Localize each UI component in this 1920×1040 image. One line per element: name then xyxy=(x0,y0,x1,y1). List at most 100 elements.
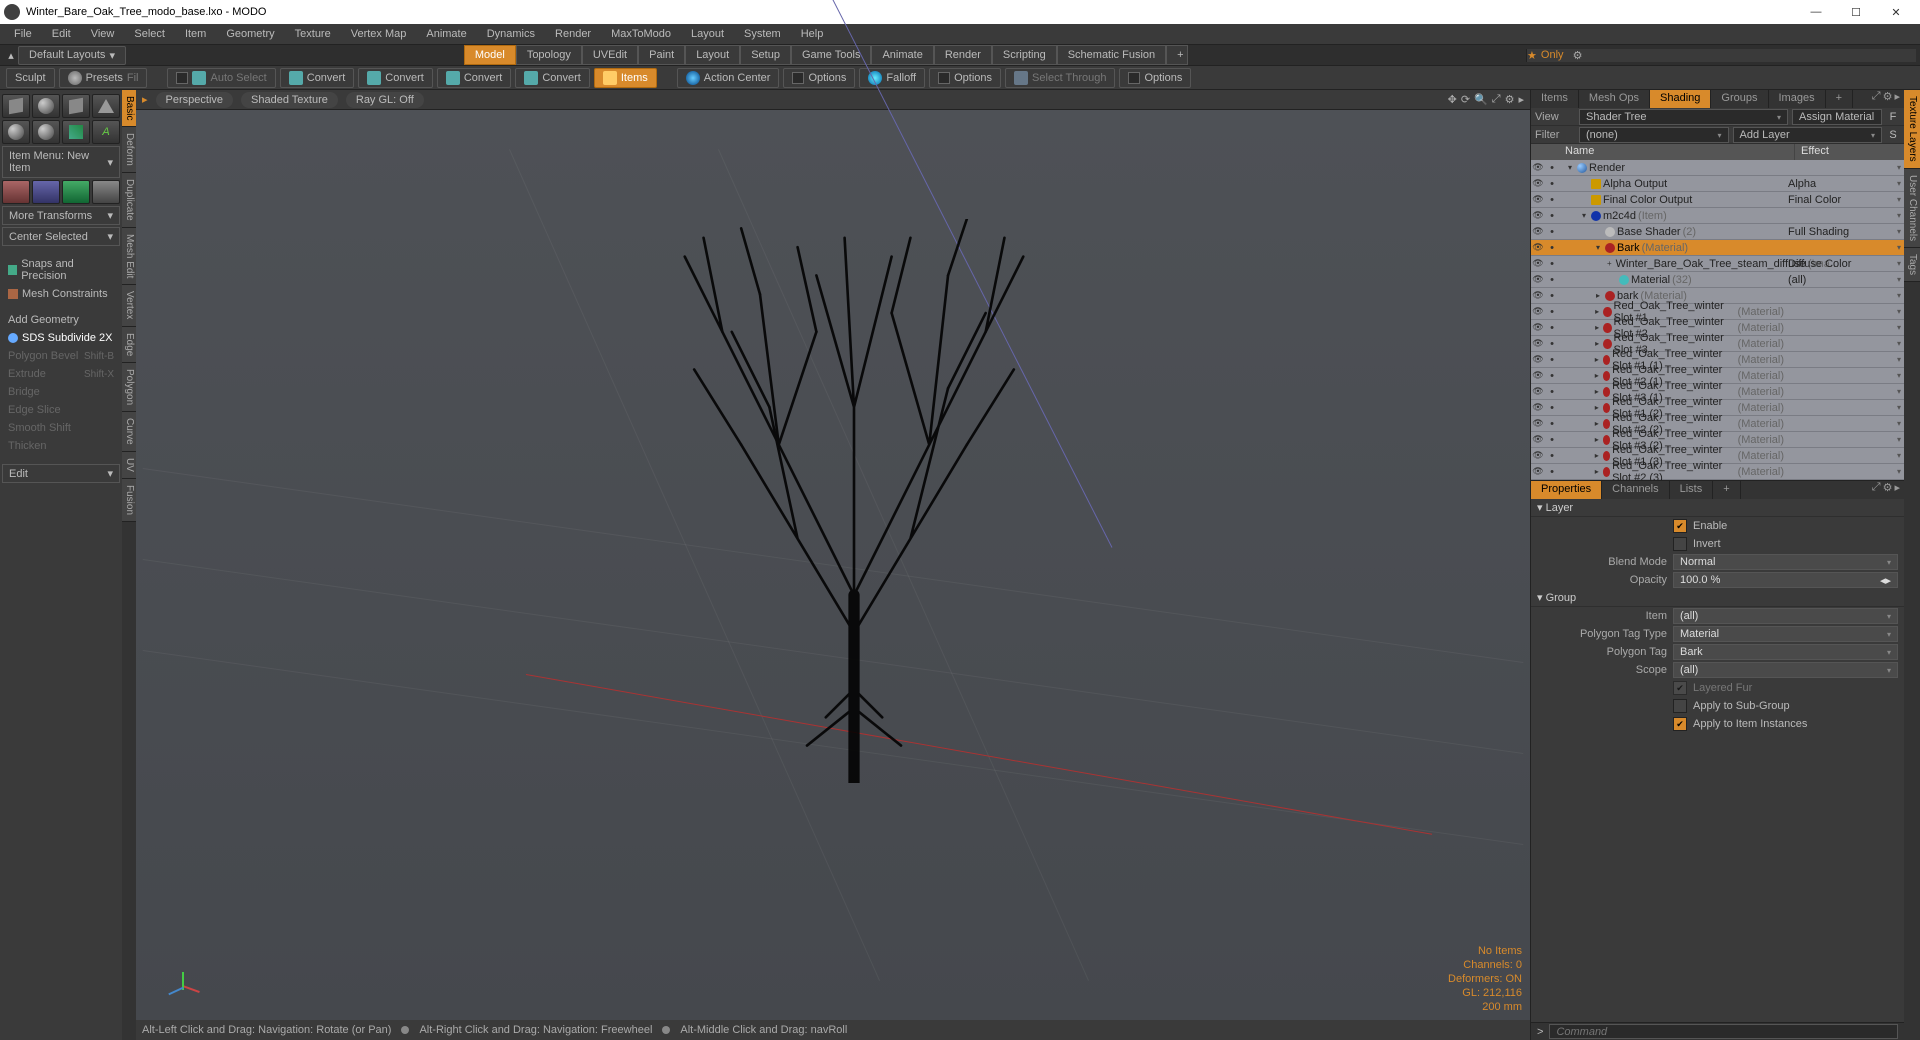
visibility-icon[interactable]: 👁 xyxy=(1531,466,1545,477)
visibility-icon[interactable]: 👁 xyxy=(1531,162,1545,173)
opacity-field[interactable]: 100.0 %◂▸ xyxy=(1673,572,1898,588)
tab-images[interactable]: Images xyxy=(1769,90,1826,108)
left-vtab-edge[interactable]: Edge xyxy=(122,327,137,363)
more-transforms-dropdown[interactable]: More Transforms▾ xyxy=(2,206,120,225)
axis-gizmo[interactable] xyxy=(162,968,202,1008)
next-icon[interactable]: ▸ xyxy=(1894,481,1900,499)
left-vtab-vertex[interactable]: Vertex xyxy=(122,285,137,326)
left-vtab-deform[interactable]: Deform xyxy=(122,127,137,173)
convert-3-button[interactable]: Convert xyxy=(437,68,512,88)
edge-slice-button[interactable]: Edge Slice xyxy=(2,402,120,418)
render-icon[interactable]: • xyxy=(1545,338,1559,350)
menu-file[interactable]: File xyxy=(4,26,42,42)
main-tab-game-tools[interactable]: Game Tools xyxy=(791,45,872,65)
options-3-button[interactable]: Options xyxy=(1119,68,1191,88)
tab-items[interactable]: Items xyxy=(1531,90,1579,108)
edit-dropdown[interactable]: Edit▾ xyxy=(2,464,120,483)
thicken-button[interactable]: Thicken xyxy=(2,438,120,454)
filter-toggle-icon[interactable]: F xyxy=(1886,111,1900,123)
command-input[interactable] xyxy=(1549,1024,1898,1039)
item-dropdown[interactable]: (all) xyxy=(1673,608,1898,624)
render-icon[interactable]: • xyxy=(1545,274,1559,286)
group-icon[interactable] xyxy=(62,180,90,204)
maximize-icon[interactable]: ⤢ xyxy=(1492,93,1501,106)
left-vtab-fusion[interactable]: Fusion xyxy=(122,479,137,522)
group-section[interactable]: ▾ Group xyxy=(1531,589,1904,607)
tree-row[interactable]: 👁•Alpha OutputAlpha▾ xyxy=(1531,176,1904,192)
visibility-icon[interactable]: 👁 xyxy=(1531,322,1545,333)
layer-section[interactable]: ▾ Layer xyxy=(1531,499,1904,517)
prim-text-icon[interactable]: A xyxy=(92,120,120,144)
tab-meshops[interactable]: Mesh Ops xyxy=(1579,90,1650,108)
invert-checkbox[interactable] xyxy=(1673,537,1687,551)
render-icon[interactable]: • xyxy=(1545,242,1559,254)
visibility-icon[interactable]: 👁 xyxy=(1531,194,1545,205)
perspective-pill[interactable]: Perspective xyxy=(156,92,233,108)
layout-dropdown[interactable]: Default Layouts▾ xyxy=(18,46,126,65)
right-vtab-texture-layers[interactable]: Texture Layers xyxy=(1904,90,1920,169)
sculpt-button[interactable]: Sculpt xyxy=(6,68,55,88)
tree-row[interactable]: 👁•▾Render▾ xyxy=(1531,160,1904,176)
render-icon[interactable]: • xyxy=(1545,322,1559,334)
visibility-icon[interactable]: 👁 xyxy=(1531,386,1545,397)
center-selected-dropdown[interactable]: Center Selected▾ xyxy=(2,227,120,246)
menu-render[interactable]: Render xyxy=(545,26,601,42)
prim-cylinder-icon[interactable] xyxy=(62,94,90,118)
main-tab-scripting[interactable]: Scripting xyxy=(992,45,1057,65)
extrude-button[interactable]: ExtrudeShift-X xyxy=(2,366,120,382)
only-toggle[interactable]: ★ Only xyxy=(1527,49,1564,62)
zoom-icon[interactable]: 🔍 xyxy=(1474,93,1488,106)
menu-animate[interactable]: Animate xyxy=(416,26,476,42)
next-icon[interactable]: ▸ xyxy=(1894,90,1900,108)
menu-maxtomodo[interactable]: MaxToModo xyxy=(601,26,681,42)
row-menu-icon[interactable]: ▾ xyxy=(1894,179,1904,188)
applyinst-checkbox[interactable]: ✔ xyxy=(1673,717,1687,731)
next-icon[interactable]: ▸ xyxy=(1518,93,1524,106)
options-2-button[interactable]: Options xyxy=(929,68,1001,88)
main-tab-model[interactable]: Model xyxy=(464,45,516,65)
minimize-button[interactable]: — xyxy=(1796,0,1836,24)
mesh-icon[interactable] xyxy=(32,180,60,204)
main-tab-layout[interactable]: Layout xyxy=(685,45,740,65)
render-icon[interactable]: • xyxy=(1545,370,1559,382)
tab-properties[interactable]: Properties xyxy=(1531,481,1602,499)
right-vtab-tags[interactable]: Tags xyxy=(1904,248,1920,282)
view-dropdown[interactable]: Shader Tree xyxy=(1579,109,1788,125)
convert-2-button[interactable]: Convert xyxy=(358,68,433,88)
left-vtab-uv[interactable]: UV xyxy=(122,452,137,479)
prim-cube-icon[interactable] xyxy=(2,94,30,118)
tab-add[interactable]: + xyxy=(1826,90,1853,108)
locator-icon[interactable] xyxy=(2,180,30,204)
smooth-shift-button[interactable]: Smooth Shift xyxy=(2,420,120,436)
rotate-icon[interactable]: ⟳ xyxy=(1461,93,1470,106)
viewport-menu-icon[interactable]: ▸ xyxy=(142,93,148,106)
add-tab-button[interactable]: + xyxy=(1166,45,1188,65)
row-menu-icon[interactable]: ▾ xyxy=(1894,339,1904,348)
assign-material-button[interactable]: Assign Material xyxy=(1792,109,1882,125)
auto-select-button[interactable]: Auto Select xyxy=(167,68,275,88)
filter-dropdown[interactable]: (none) xyxy=(1579,127,1729,143)
menu-geometry[interactable]: Geometry xyxy=(216,26,284,42)
row-menu-icon[interactable]: ▾ xyxy=(1894,307,1904,316)
render-icon[interactable]: • xyxy=(1545,466,1559,478)
tree-row[interactable]: 👁•Base Shader (2)Full Shading▾ xyxy=(1531,224,1904,240)
prim-torus-icon[interactable] xyxy=(2,120,30,144)
col-name[interactable]: Name xyxy=(1559,144,1794,160)
render-icon[interactable]: • xyxy=(1545,386,1559,398)
gear-icon[interactable]: ⚙ xyxy=(1505,93,1515,106)
row-menu-icon[interactable]: ▾ xyxy=(1894,291,1904,300)
tree-row[interactable]: 👁•▸Red_Oak_Tree_winter Slot #2 (3) (Mate… xyxy=(1531,464,1904,480)
menu-system[interactable]: System xyxy=(734,26,791,42)
right-vtab-user-channels[interactable]: User Channels xyxy=(1904,169,1920,248)
row-menu-icon[interactable]: ▾ xyxy=(1894,387,1904,396)
enable-checkbox[interactable]: ✔ xyxy=(1673,519,1687,533)
search-icon[interactable]: S xyxy=(1886,129,1900,141)
menu-select[interactable]: Select xyxy=(124,26,175,42)
render-icon[interactable]: • xyxy=(1545,306,1559,318)
mesh-constraints-button[interactable]: Mesh Constraints xyxy=(2,286,120,302)
gear-icon[interactable]: ⚙ xyxy=(1883,481,1893,499)
main-tab-paint[interactable]: Paint xyxy=(638,45,685,65)
add-layer-dropdown[interactable]: Add Layer xyxy=(1733,127,1883,143)
visibility-icon[interactable]: 👁 xyxy=(1531,274,1545,285)
scope-dropdown[interactable]: (all) xyxy=(1673,662,1898,678)
